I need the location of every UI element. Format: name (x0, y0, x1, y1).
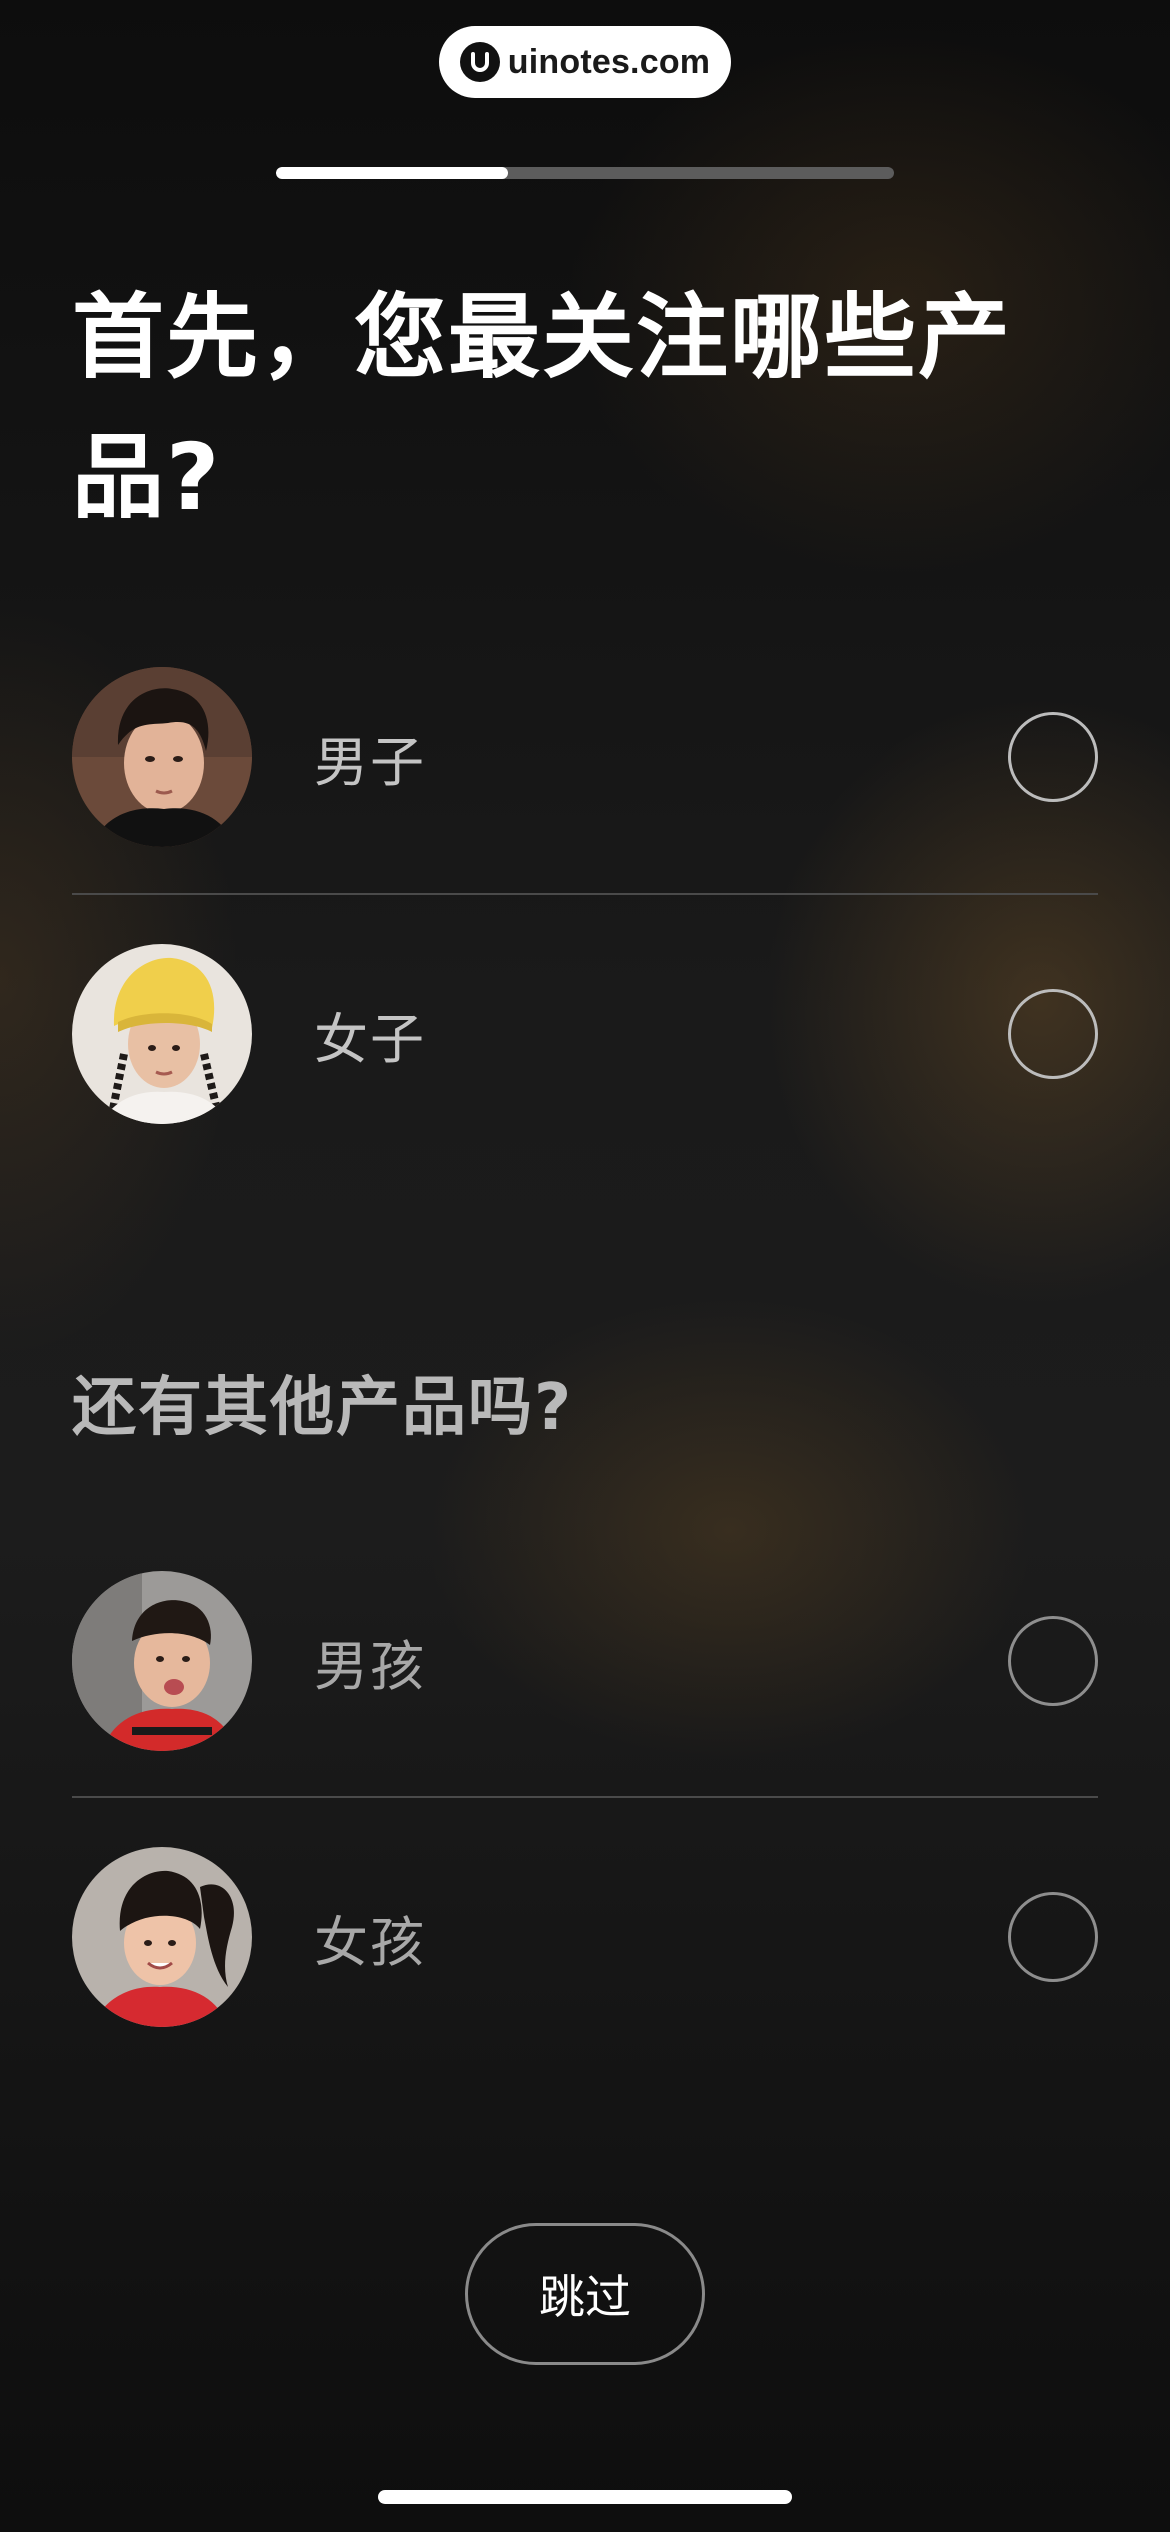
uinotes-logo-icon (459, 42, 500, 82)
radio-circle[interactable] (1008, 989, 1098, 1079)
page-title: 首先，您最关注哪些产品? (72, 284, 1013, 531)
section-subtitle: 还有其他产品吗? (72, 1371, 574, 1445)
option-women[interactable]: 女子 (72, 944, 1098, 1124)
option-label: 女子 (314, 1007, 426, 1071)
man-avatar (72, 667, 252, 847)
option-label: 女孩 (314, 1910, 426, 1974)
divider (72, 893, 1098, 895)
progress-bar-fill (276, 167, 508, 179)
option-label: 男子 (314, 730, 426, 794)
radio-circle[interactable] (1008, 1892, 1098, 1982)
progress-bar (276, 167, 894, 179)
radio-circle[interactable] (1008, 712, 1098, 802)
boy-avatar (72, 1571, 252, 1751)
skip-button[interactable]: 跳过 (465, 2223, 705, 2365)
watermark-badge: uinotes.com (439, 26, 731, 98)
home-indicator[interactable] (378, 2490, 792, 2504)
option-boys[interactable]: 男孩 (72, 1571, 1098, 1751)
onboarding-screen: uinotes.com 首先，您最关注哪些产品? 男子 女子 还有其他产品吗? … (0, 0, 1170, 2532)
watermark-text: uinotes.com (507, 42, 711, 81)
option-label: 男孩 (314, 1634, 426, 1698)
option-girls[interactable]: 女孩 (72, 1847, 1098, 2027)
woman-avatar (72, 944, 252, 1124)
girl-avatar (72, 1847, 252, 2027)
radio-circle[interactable] (1008, 1616, 1098, 1706)
option-men[interactable]: 男子 (72, 667, 1098, 847)
divider (72, 1796, 1098, 1798)
